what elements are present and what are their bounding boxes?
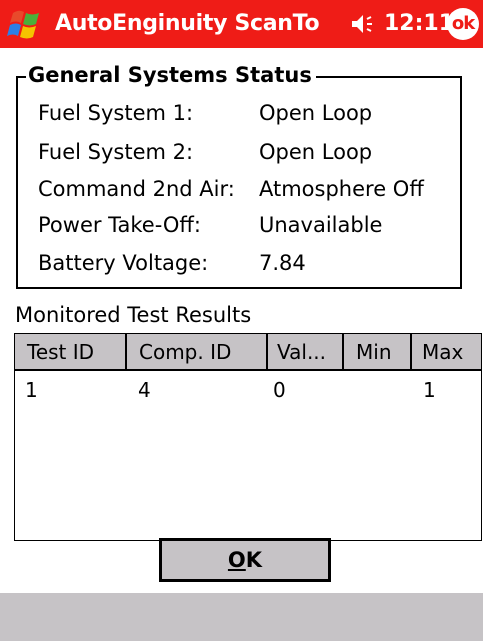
clock[interactable]: 12:11: [384, 0, 454, 48]
cell-max: 1: [423, 378, 436, 402]
cell-comp-id: 4: [138, 378, 151, 402]
ok-accelerator: O: [227, 548, 246, 572]
title-bar: AutoEnginuity ScanTo 12:11 ok: [0, 0, 483, 48]
monitored-results-label: Monitored Test Results: [15, 303, 252, 327]
status-value-pto: Unavailable: [259, 213, 383, 237]
status-value-battery: 7.84: [259, 251, 306, 275]
status-value-fuel-1: Open Loop: [259, 101, 373, 125]
windows-flag-icon[interactable]: [7, 7, 43, 41]
cell-value: 0: [273, 378, 286, 402]
status-label-secondary-air: Command 2nd Air:: [38, 177, 235, 201]
app-title: AutoEnginuity ScanTo: [55, 11, 320, 36]
ok-button[interactable]: OK: [159, 538, 331, 582]
speaker-icon[interactable]: [351, 13, 379, 35]
column-header-min[interactable]: Min: [344, 334, 412, 371]
status-label-fuel-2: Fuel System 2:: [38, 140, 194, 164]
test-results-list[interactable]: Test ID Comp. ID Val... Min Max 1 4 0 1: [14, 333, 482, 541]
ok-label-rest: K: [245, 548, 263, 572]
column-header-comp-id[interactable]: Comp. ID: [127, 334, 268, 371]
cell-test-id: 1: [25, 378, 38, 402]
column-header-test-id[interactable]: Test ID: [15, 334, 127, 371]
column-header-max[interactable]: Max: [412, 334, 481, 371]
ok-close-icon[interactable]: ok: [447, 8, 479, 40]
status-value-fuel-2: Open Loop: [259, 140, 373, 164]
status-label-fuel-1: Fuel System 1:: [38, 101, 194, 125]
status-label-pto: Power Take-Off:: [38, 213, 201, 237]
column-header-value[interactable]: Val...: [268, 334, 344, 371]
group-title: General Systems Status: [26, 62, 316, 88]
status-label-battery: Battery Voltage:: [38, 251, 209, 275]
bottom-menu-bar[interactable]: [0, 593, 483, 641]
status-value-secondary-air: Atmosphere Off: [259, 177, 424, 201]
